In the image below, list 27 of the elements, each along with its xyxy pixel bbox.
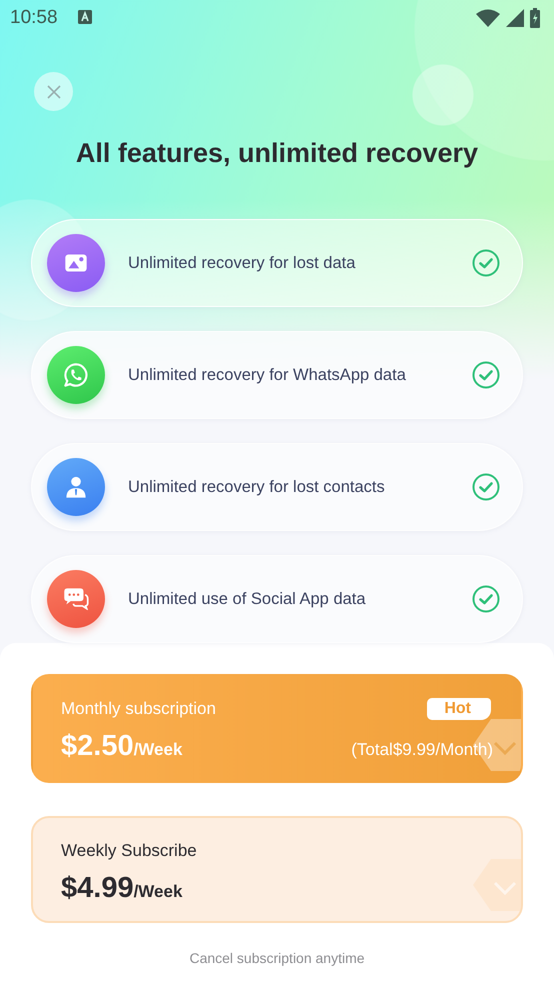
image-icon <box>47 234 105 292</box>
hot-badge: Hot <box>427 698 491 720</box>
close-icon <box>46 84 62 100</box>
battery-icon <box>530 8 540 28</box>
chat-icon <box>47 570 105 628</box>
plan-name: Weekly Subscribe <box>61 841 197 861</box>
price-unit: /Week <box>134 882 182 902</box>
plan-total: (Total$9.99/Month) <box>351 740 493 760</box>
plan-option[interactable]: Weekly Subscribe $4.99/Week <box>31 816 523 923</box>
price-unit: /Week <box>134 740 182 760</box>
corner-check-icon <box>471 857 521 913</box>
feature-label: Unlimited recovery for lost contacts <box>128 478 386 496</box>
close-button[interactable] <box>34 72 73 111</box>
status-time: 10:58 <box>10 7 58 29</box>
signal-icon <box>506 9 524 27</box>
cancel-note: Cancel subscription anytime <box>188 950 366 966</box>
wifi-icon <box>476 9 500 27</box>
page-title: All features, unlimited recovery <box>74 137 480 170</box>
person-icon <box>47 458 105 516</box>
plan-price: $2.50 <box>61 730 134 763</box>
phone-chat-icon <box>47 346 105 404</box>
feature-label: Unlimited recovery for lost data <box>128 254 356 272</box>
notification-icon <box>78 10 92 24</box>
feature-label: Unlimited use of Social App data <box>128 590 367 608</box>
feature-label: Unlimited recovery for WhatsApp data <box>128 366 407 384</box>
plan-name: Monthly subscription <box>61 699 216 719</box>
plan-price: $4.99 <box>61 872 134 905</box>
